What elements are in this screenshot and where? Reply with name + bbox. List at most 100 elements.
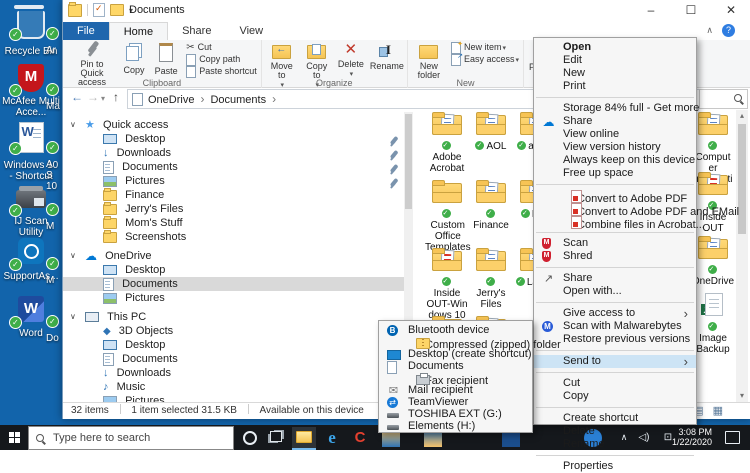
- nav-tree-item[interactable]: ∨ Downloads: [63, 146, 404, 160]
- cut-button[interactable]: Cut: [186, 41, 257, 53]
- send-to-menu-item[interactable]: Fax recipient: [379, 372, 532, 384]
- minimize-button[interactable]: –: [631, 0, 671, 22]
- desktop-icon-partial[interactable]: M: [46, 184, 61, 232]
- context-menu-item[interactable]: View version history: [534, 141, 696, 154]
- file-item[interactable]: Adobe Acrobat: [425, 112, 469, 174]
- nav-tree-item[interactable]: ∨ Pictures: [63, 174, 404, 188]
- context-menu-item[interactable]: Shred: [534, 250, 696, 263]
- nav-tree-item[interactable]: ∨ Jerry's Files: [63, 202, 404, 216]
- send-to-menu-item[interactable]: Documents: [379, 360, 532, 372]
- nav-tree-item[interactable]: ∨ This PC: [63, 310, 404, 324]
- context-menu-item[interactable]: Copy: [534, 390, 696, 403]
- nav-tree-item[interactable]: ∨ Finance: [63, 188, 404, 202]
- ccleaner-icon[interactable]: [348, 427, 372, 448]
- context-menu-item[interactable]: Convert to Adobe PDF and EMail: [534, 202, 696, 215]
- chevron-expanded-icon[interactable]: ∨: [70, 118, 76, 132]
- send-to-menu-item[interactable]: Bluetooth device: [379, 324, 532, 336]
- nav-tree-item[interactable]: ∨ Screenshots: [63, 230, 404, 244]
- send-to-menu-item[interactable]: TeamViewer: [379, 396, 532, 408]
- nav-tree-item[interactable]: ∨ Desktop: [63, 132, 404, 146]
- context-menu-item[interactable]: Scan with Malwarebytes: [534, 320, 696, 333]
- context-menu-item[interactable]: [536, 372, 694, 373]
- copy-path-button[interactable]: Copy path: [186, 53, 257, 65]
- context-menu-item[interactable]: Convert to Adobe PDF: [534, 189, 696, 202]
- context-menu-item[interactable]: Print: [534, 80, 696, 93]
- nav-tree-item[interactable]: ∨ Downloads: [63, 366, 404, 380]
- start-button[interactable]: [9, 432, 20, 443]
- context-menu-item[interactable]: Scan: [534, 237, 696, 250]
- chevron-expanded-icon[interactable]: ∨: [70, 310, 76, 324]
- context-menu-item[interactable]: Combine files in Acrobat...: [534, 215, 696, 228]
- nav-tree-item[interactable]: ∨ Documents: [63, 277, 404, 291]
- desktop-icon-partial[interactable]: Do: [46, 296, 61, 344]
- context-menu-item[interactable]: Share: [534, 115, 696, 128]
- delete-button[interactable]: Delete▾: [337, 41, 365, 79]
- nav-tree-item[interactable]: ∨ Pictures: [63, 291, 404, 305]
- nav-tree-item[interactable]: ∨ OneDrive: [63, 249, 404, 263]
- close-button[interactable]: ✕: [711, 0, 750, 22]
- edge-icon[interactable]: [320, 427, 344, 448]
- send-to-menu-item[interactable]: Elements (H:): [379, 420, 532, 432]
- send-to-menu-item[interactable]: TOSHIBA EXT (G:): [379, 408, 532, 420]
- title-bar[interactable]: ▾ Documents – ☐ ✕: [63, 0, 750, 22]
- paste-button[interactable]: Paste: [152, 41, 180, 77]
- context-menu-item[interactable]: Rename: [534, 438, 696, 451]
- file-item[interactable]: Jerry's Files: [469, 248, 513, 310]
- context-menu-item[interactable]: [536, 407, 694, 408]
- context-menu-item[interactable]: Cut: [534, 377, 696, 390]
- ribbon-tab[interactable]: Share: [168, 22, 225, 40]
- context-menu-item[interactable]: Delete: [534, 425, 696, 438]
- taskbar-explorer-icon[interactable]: [292, 427, 316, 450]
- paste-shortcut-button[interactable]: Paste shortcut: [186, 65, 257, 77]
- nav-tree-item[interactable]: ∨ Mom's Stuff: [63, 216, 404, 230]
- file-item[interactable]: Image Backup: [691, 293, 735, 355]
- cortana-icon[interactable]: [238, 427, 262, 448]
- taskbar-search-input[interactable]: Type here to search: [28, 426, 234, 450]
- file-item[interactable]: Finance: [469, 180, 513, 231]
- desktop-icon-partial[interactable]: Ma: [46, 64, 61, 112]
- context-menu-item[interactable]: Open: [534, 41, 696, 54]
- copy-button[interactable]: Copy: [121, 41, 147, 76]
- ribbon-collapse-icon[interactable]: ∧: [706, 25, 713, 36]
- context-menu-item[interactable]: Free up space: [534, 167, 696, 180]
- nav-tree-item[interactable]: ∨ Desktop: [63, 263, 404, 277]
- context-menu-item[interactable]: Always keep on this device: [534, 154, 696, 167]
- qat-newfolder-icon[interactable]: [110, 4, 124, 16]
- desktop-icon-partial[interactable]: Ar: [46, 8, 61, 56]
- nav-tree-item[interactable]: ∨ Documents: [63, 160, 404, 174]
- nav-tree-item[interactable]: ∨ Pictures: [63, 394, 404, 402]
- nav-tree-item[interactable]: ∨ Desktop: [63, 338, 404, 352]
- desktop-icon-partial[interactable]: M: [46, 238, 61, 286]
- nav-tree-item[interactable]: ∨ Music: [63, 380, 404, 394]
- file-item[interactable]: AOL: [469, 112, 513, 152]
- context-menu-item[interactable]: Share: [534, 272, 696, 285]
- send-to-menu-item[interactable]: Compressed (zipped) folder: [379, 336, 532, 348]
- recent-locations-caret-icon[interactable]: ▾: [101, 94, 105, 103]
- maximize-button[interactable]: ☐: [671, 0, 711, 22]
- context-menu-item[interactable]: [536, 97, 694, 98]
- qat-properties-icon[interactable]: [93, 3, 105, 17]
- nav-tree-item[interactable]: ∨ Documents: [63, 352, 404, 366]
- help-icon[interactable]: ?: [722, 24, 735, 37]
- context-menu-item[interactable]: Send to: [534, 355, 696, 368]
- file-item[interactable]: Custom Office Templates: [425, 180, 469, 253]
- file-item[interactable]: OneDrive: [691, 236, 735, 287]
- breadcrumb-item[interactable]: OneDrive: [148, 92, 210, 106]
- context-menu-item[interactable]: Edit: [534, 54, 696, 67]
- context-menu-item[interactable]: Storage 84% full - Get more: [534, 102, 696, 115]
- send-to-menu-item[interactable]: Desktop (create shortcut): [379, 348, 532, 360]
- forward-button[interactable]: →: [87, 90, 99, 104]
- rename-button[interactable]: Rename: [370, 41, 402, 72]
- context-menu-item[interactable]: [536, 232, 694, 233]
- context-menu-item[interactable]: View online: [534, 128, 696, 141]
- context-menu-item[interactable]: [536, 302, 694, 303]
- easy-access-button[interactable]: Easy access▾: [451, 53, 519, 65]
- desktop-icon-partial[interactable]: A S 10: [46, 122, 61, 192]
- search-box[interactable]: [699, 89, 748, 109]
- context-menu-item[interactable]: Open with...: [534, 285, 696, 298]
- ribbon-tab[interactable]: Home: [109, 22, 168, 40]
- context-menu-item[interactable]: Create shortcut: [534, 412, 696, 425]
- context-menu-item[interactable]: Properties: [534, 460, 696, 473]
- context-menu-item[interactable]: Give access to: [534, 307, 696, 320]
- large-icons-view-icon[interactable]: ▦: [713, 403, 723, 419]
